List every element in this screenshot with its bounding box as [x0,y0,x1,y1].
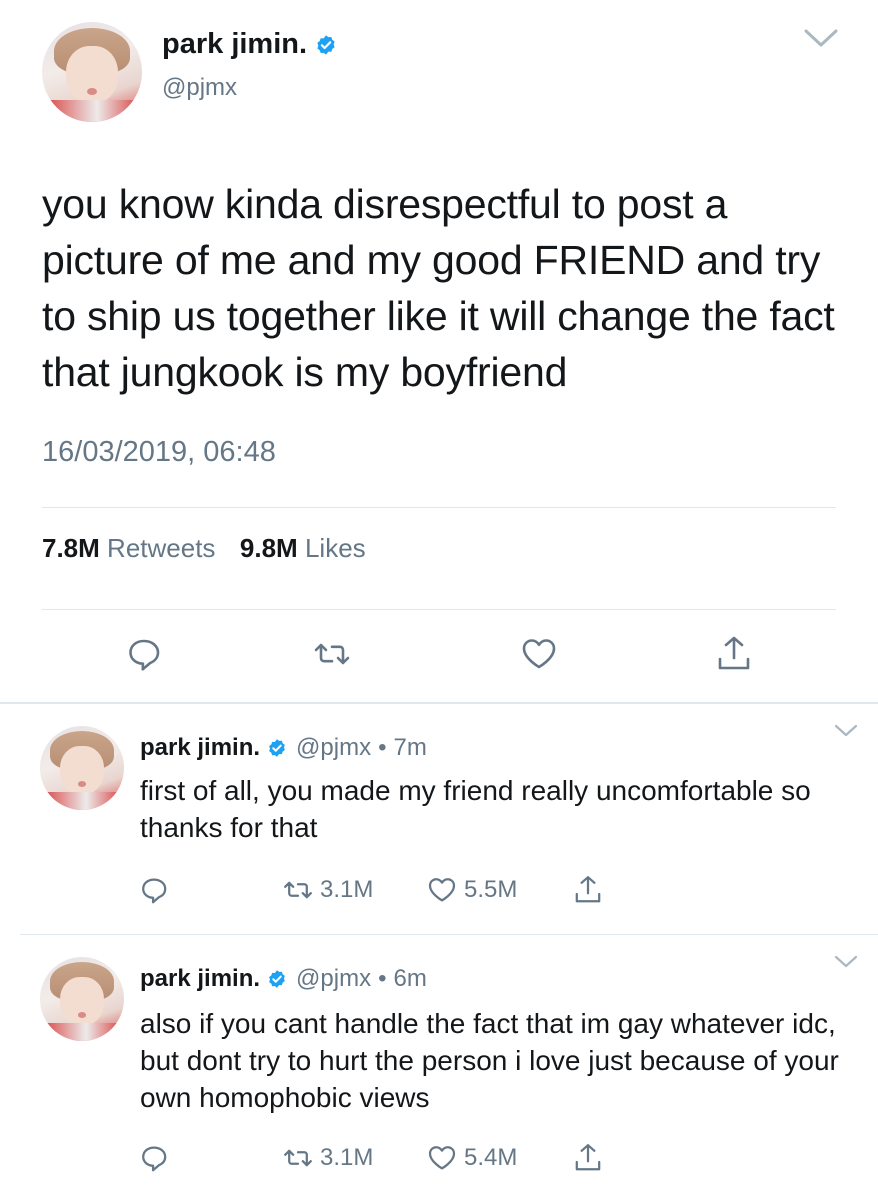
reply-tweet[interactable]: park jimin. @pjmx • 6m also if you cant … [0,935,878,1200]
author-name[interactable]: park jimin. [140,965,260,993]
reply-button[interactable] [138,1142,170,1174]
share-button[interactable] [572,1142,604,1174]
heart-icon [428,878,456,902]
reply-header: park jimin. @pjmx • 7m [140,734,427,762]
tweet-stats: 7.8M Retweets 9.8M Likes [42,533,366,564]
likes-count[interactable]: 9.8M [240,533,298,563]
reply-actions: 3.1M 5.5M [0,874,878,914]
author-handle[interactable]: @pjmx [296,965,371,993]
tweet-text: you know kinda disrespectful to post a p… [42,181,835,395]
tweet-actions [0,634,878,678]
reply-text: first of all, you made my friend really … [140,775,811,843]
reply-tweet[interactable]: park jimin. @pjmx • 7m first of all, you… [0,704,878,934]
reply-header: park jimin. @pjmx • 6m [140,965,427,993]
retweet-button[interactable]: 3.1M [282,1142,373,1174]
reply-button[interactable] [138,874,170,906]
likes-label[interactable]: Likes [305,533,366,563]
author-name[interactable]: park jimin. [140,734,260,762]
reply-text: also if you cant handle the fact that im… [140,1008,839,1113]
heart-icon [428,1146,456,1170]
divider [42,609,836,610]
retweet-count: 3.1M [320,1144,374,1171]
reply-time[interactable]: 7m [394,734,427,762]
author-handle[interactable]: @pjmx [296,734,371,762]
author-handle[interactable]: @pjmx [162,74,237,102]
verified-badge-icon [269,739,285,757]
retweets-label[interactable]: Retweets [107,533,215,563]
retweet-count: 3.1M [320,876,374,903]
retweet-icon [284,881,312,899]
share-button[interactable] [572,874,604,906]
like-count: 5.5M [464,876,518,903]
heart-icon[interactable] [519,634,559,674]
verified-badge-icon [317,34,335,55]
separator-dot: • [378,965,387,992]
chevron-down-icon[interactable] [834,724,858,738]
reply-bubble-icon [142,1146,167,1172]
author-name[interactable]: park jimin. [162,28,337,61]
like-count: 5.4M [464,1144,518,1171]
share-upload-icon [575,876,601,903]
share-upload-icon[interactable] [714,634,754,674]
separator-dot: • [378,734,387,761]
retweet-button[interactable]: 3.1M [282,874,373,906]
reply-time[interactable]: 6m [394,965,427,993]
chevron-down-icon[interactable] [804,28,838,48]
like-button[interactable]: 5.5M [426,874,517,906]
verified-badge-icon [269,970,285,988]
reply-bubble-icon [142,878,167,904]
avatar[interactable] [42,22,142,122]
tweet-thread: park jimin. @pjmx you know kinda disresp… [0,0,878,1200]
retweet-icon[interactable] [312,634,352,674]
avatar[interactable] [40,957,124,1041]
avatar[interactable] [40,726,124,810]
reply-actions: 3.1M 5.4M [0,1142,878,1182]
divider [42,507,836,508]
main-tweet: park jimin. @pjmx you know kinda disresp… [0,0,878,703]
like-button[interactable]: 5.4M [426,1142,517,1174]
reply-bubble-icon[interactable] [124,634,164,674]
tweet-timestamp[interactable]: 16/03/2019, 06:48 [42,436,276,469]
chevron-down-icon[interactable] [834,955,858,969]
retweet-icon [284,1149,312,1167]
retweets-count[interactable]: 7.8M [42,533,100,563]
share-upload-icon [575,1144,601,1171]
